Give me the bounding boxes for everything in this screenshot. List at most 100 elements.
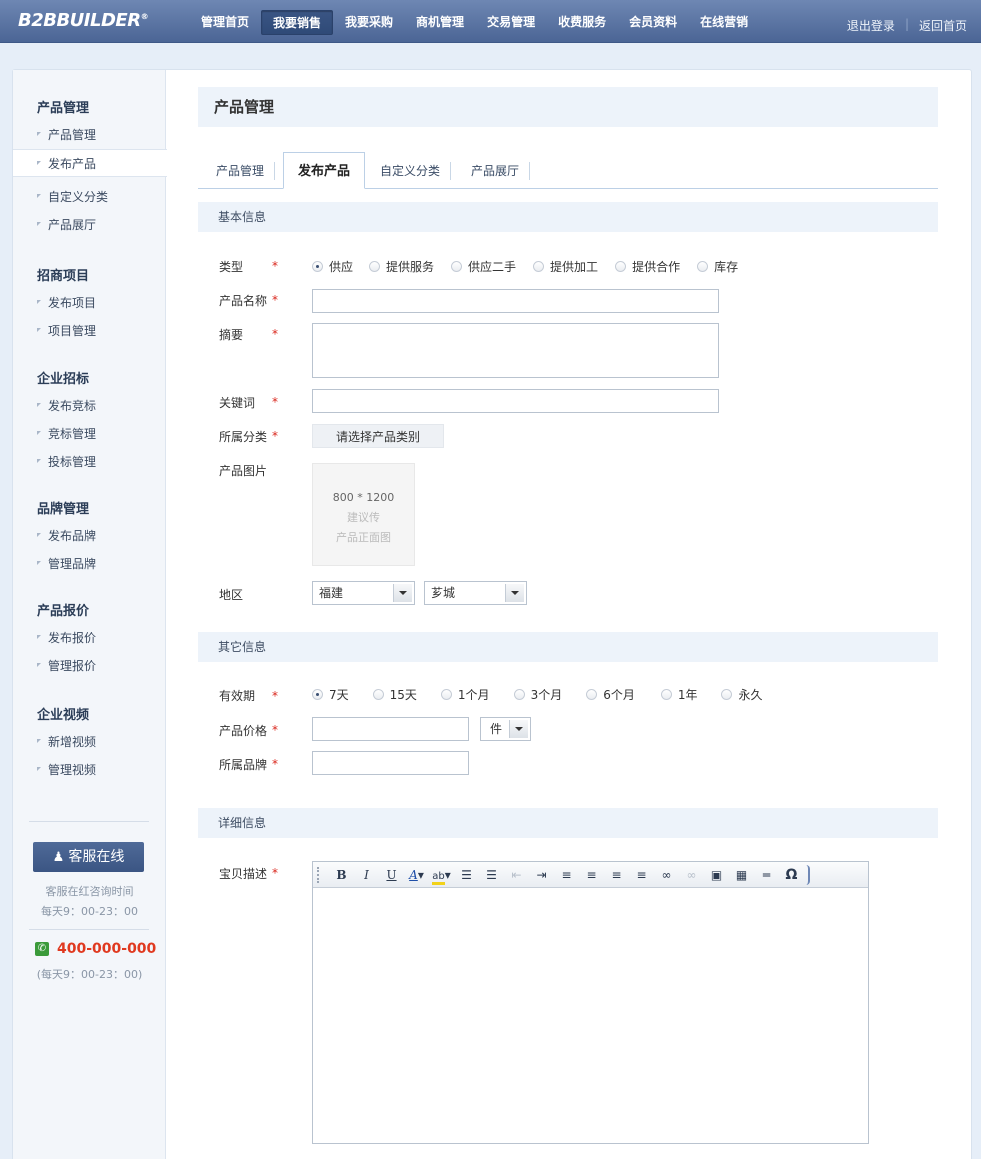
radio-option[interactable]: 3个月 [513,686,562,703]
logout-link[interactable]: 退出登录 [847,17,895,34]
radio-option[interactable]: 库存 [697,258,738,275]
sidebar-item[interactable]: 发布项目 [13,289,166,317]
nav-item-0[interactable]: 管理首页 [190,10,260,35]
special-char-button[interactable]: Ω [782,865,802,885]
radio-option[interactable]: 6个月 [586,686,635,703]
align-left-icon[interactable]: ≡ [557,865,577,885]
radio-label: 库存 [714,260,739,274]
sidebar-item[interactable]: 产品管理 [13,121,166,149]
radio-option[interactable]: 永久 [721,686,763,703]
tab-3[interactable]: 产品展厅 [461,162,531,180]
unlink-icon[interactable]: ∞ [682,865,702,885]
sidebar-item[interactable]: 发布竞标 [13,392,166,420]
tab-1[interactable]: 发布产品 [283,152,366,189]
toolbar-grip-icon[interactable] [317,866,325,883]
highlight-button[interactable]: ab▾ [432,865,452,885]
product-name-input[interactable] [312,289,719,313]
unit-select[interactable]: 件 [480,717,531,741]
nav-item-1[interactable]: 我要销售 [261,10,334,35]
tab-2[interactable]: 自定义分类 [370,162,452,180]
section-detail-info: 详细信息 [198,808,938,838]
summary-textarea[interactable] [312,323,719,378]
editor-content-area[interactable] [313,889,868,1143]
product-image-upload[interactable]: 800 * 1200 建议传 产品正面图 [312,463,415,566]
sidebar-item-label: 管理视频 [48,763,97,777]
sidebar-item[interactable]: 管理品牌 [13,550,166,578]
select-category-button[interactable]: 请选择产品类别 [312,424,444,448]
radio-option[interactable]: 提供合作 [615,258,680,275]
brand-logo[interactable]: B2BBUILDER® [18,10,149,31]
chevron-down-icon [393,584,412,602]
sidebar-item[interactable]: 新增视频 [13,728,166,756]
top-right-links: 退出登录 | 返回首页 [847,17,967,34]
radio-label: 15天 [389,688,417,702]
sidebar-item[interactable]: 产品展厅 [13,211,166,239]
nav-item-6[interactable]: 会员资料 [618,10,688,35]
justify-icon[interactable]: ≡ [632,865,652,885]
sidebar-item-label: 新增视频 [48,735,97,749]
horizontal-rule-icon[interactable]: ═ [757,865,777,885]
radio-label: 1年 [677,688,698,702]
insert-table-icon[interactable]: ▦ [732,865,752,885]
sidebar-item[interactable]: 管理报价 [13,652,166,680]
online-service-button[interactable]: ♟ 客服在线 [33,842,144,872]
sidebar-item-label: 发布产品 [48,157,97,171]
bullet-triangle-icon [37,533,41,537]
sidebar-item-label: 项目管理 [48,324,97,338]
sidebar-item[interactable]: 管理视频 [13,756,166,784]
image-hint: 产品正面图 [336,531,391,544]
radio-option[interactable]: 1年 [660,686,698,703]
radio-option[interactable]: 15天 [372,686,417,703]
return-home-link[interactable]: 返回首页 [919,17,967,34]
nav-item-3[interactable]: 商机管理 [405,10,475,35]
sidebar-item[interactable]: 发布产品 [13,149,167,177]
outdent-icon[interactable]: ⇤ [507,865,527,885]
nav-item-2[interactable]: 我要采购 [334,10,404,35]
nav-item-7[interactable]: 在线营销 [689,10,759,35]
underline-button[interactable]: U [382,865,402,885]
align-right-icon[interactable]: ≡ [607,865,627,885]
sidebar-item[interactable]: 竞标管理 [13,420,166,448]
brand-input[interactable] [312,751,469,775]
radio-option[interactable]: 1个月 [440,686,490,703]
radio-circle-icon [660,689,672,700]
sidebar-item-label: 投标管理 [48,455,97,469]
section-basic-info: 基本信息 [198,202,938,232]
bullet-triangle-icon [37,459,41,463]
radio-option[interactable]: 供应二手 [451,258,516,275]
indent-icon[interactable]: ⇥ [532,865,552,885]
radio-circle-icon [372,689,384,700]
radio-option[interactable]: 供应 [312,258,353,275]
sidebar-item-label: 管理报价 [48,659,97,673]
nav-item-5[interactable]: 收费服务 [547,10,617,35]
nav-item-4[interactable]: 交易管理 [476,10,546,35]
radio-label: 提供服务 [386,260,435,274]
province-select[interactable]: 福建 [312,581,415,605]
align-center-icon[interactable]: ≡ [582,865,602,885]
radio-label: 7天 [329,688,349,702]
font-color-button[interactable]: A▾ [407,865,427,885]
insert-image-icon[interactable]: ▣ [707,865,727,885]
sidebar-item[interactable]: 自定义分类 [13,183,166,211]
bold-button[interactable]: B [332,865,352,885]
unordered-list-icon[interactable]: ☰ [482,865,502,885]
city-select[interactable]: 芗城 [424,581,527,605]
tab-0[interactable]: 产品管理 [206,162,276,180]
radio-option[interactable]: 提供服务 [369,258,434,275]
sidebar-item[interactable]: 投标管理 [13,448,166,476]
validity-radio-group: 7天 15天 1个月 3个月 6个月 1年 永久 [312,686,763,703]
radio-circle-icon [369,261,381,272]
link-icon[interactable]: ∞ [657,865,677,885]
price-input[interactable] [312,717,469,741]
sidebar-item[interactable]: 项目管理 [13,317,166,345]
region-label: 地区 [219,588,244,602]
ordered-list-icon[interactable]: ☰ [457,865,477,885]
radio-option[interactable]: 7天 [312,686,349,703]
italic-button[interactable]: I [357,865,377,885]
radio-option[interactable]: 提供加工 [533,258,598,275]
sidebar-item[interactable]: 发布报价 [13,624,166,652]
radio-circle-icon [721,689,733,700]
sidebar-item[interactable]: 发布品牌 [13,522,166,550]
bullet-triangle-icon [37,561,41,565]
keywords-input[interactable] [312,389,719,413]
